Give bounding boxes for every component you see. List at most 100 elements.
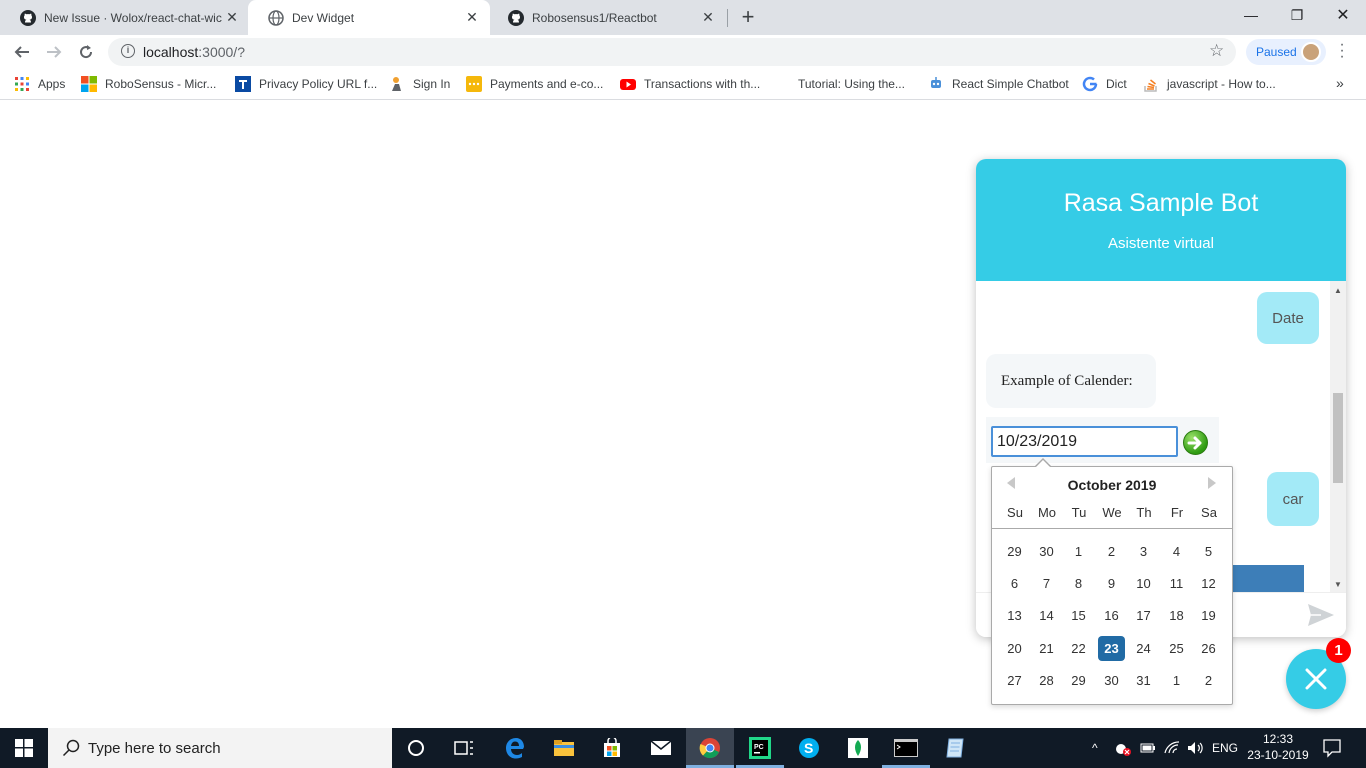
calendar-day[interactable]: 6 [1001, 571, 1028, 596]
mongodb-button[interactable] [834, 728, 882, 768]
calendar-day[interactable]: 30 [1098, 668, 1125, 693]
store-button[interactable] [588, 728, 636, 768]
calendar-day[interactable]: 30 [1033, 539, 1060, 564]
restore-button[interactable]: ❐ [1274, 0, 1320, 30]
bookmark-sign-in[interactable]: Sign In [389, 74, 450, 94]
battery-icon[interactable] [1140, 741, 1156, 758]
calendar-day[interactable]: 27 [1001, 668, 1028, 693]
close-icon[interactable]: ✕ [700, 9, 716, 26]
bookmark-privacy-policy[interactable]: Privacy Policy URL f... [235, 74, 377, 94]
calendar-day[interactable]: 14 [1033, 603, 1060, 628]
tab-dev-widget[interactable]: Dev Widget ✕ [248, 0, 490, 35]
tray-overflow-icon[interactable]: ^ [1092, 741, 1098, 755]
calendar-day[interactable]: 10 [1130, 571, 1157, 596]
bookmark-payments[interactable]: Payments and e-co... [466, 74, 603, 94]
selected-day[interactable]: 23 [1098, 636, 1125, 661]
language-indicator[interactable]: ENG [1212, 741, 1238, 755]
date-input[interactable]: 10/23/2019 [991, 426, 1178, 457]
submit-date-button[interactable] [1183, 430, 1208, 455]
tab-separator [727, 9, 728, 27]
cortana-button[interactable] [392, 728, 440, 768]
edge-button[interactable] [491, 728, 539, 768]
chrome-button[interactable] [686, 728, 734, 768]
wifi-icon[interactable] [1164, 741, 1180, 758]
bot-message-calendar: Example of Calender: [986, 354, 1156, 408]
avatar[interactable] [1301, 42, 1321, 62]
close-icon[interactable]: ✕ [464, 9, 480, 26]
reload-button[interactable] [74, 40, 98, 64]
calendar-day[interactable]: 28 [1033, 668, 1060, 693]
bookmark-react-simple-chatbot[interactable]: React Simple Chatbot [928, 74, 1069, 94]
calendar-day[interactable]: 4 [1163, 539, 1190, 564]
volume-icon[interactable] [1187, 741, 1205, 758]
scroll-down-icon[interactable]: ▼ [1334, 580, 1342, 589]
bookmark-label: React Simple Chatbot [952, 77, 1069, 91]
calendar-day[interactable]: 22 [1065, 636, 1092, 661]
tab-new-issue[interactable]: New Issue · Wolox/react-chat-wic ✕ [0, 0, 250, 35]
info-icon[interactable]: i [121, 44, 135, 58]
calendar-day[interactable]: 17 [1130, 603, 1157, 628]
terminal-button[interactable] [882, 728, 930, 768]
calendar-day[interactable]: 8 [1065, 571, 1092, 596]
calendar-day[interactable]: 9 [1098, 571, 1125, 596]
microsoft-icon [81, 76, 97, 92]
skype-button[interactable]: S [785, 728, 833, 768]
start-button[interactable] [0, 728, 48, 768]
mail-button[interactable] [637, 728, 685, 768]
calendar-day[interactable]: 19 [1195, 603, 1222, 628]
bookmark-dict[interactable]: Dict [1082, 74, 1127, 94]
bookmark-tutorial[interactable]: Tutorial: Using the... [774, 74, 905, 94]
calendar-day[interactable]: 20 [1001, 636, 1028, 661]
address-bar[interactable] [108, 38, 1236, 66]
notes-button[interactable] [931, 728, 979, 768]
scrollbar-thumb[interactable] [1333, 393, 1343, 483]
task-view-button[interactable] [440, 728, 488, 768]
system-clock[interactable]: 12:33 23-10-2019 [1236, 731, 1320, 763]
bookmark-transactions[interactable]: Transactions with th... [620, 74, 760, 94]
calendar-day[interactable]: 29 [1001, 539, 1028, 564]
taskbar-search[interactable]: Type here to search [48, 728, 392, 768]
minimize-button[interactable]: — [1228, 0, 1274, 30]
calendar-day[interactable]: 3 [1130, 539, 1157, 564]
calendar-day[interactable]: 1 [1163, 668, 1190, 693]
close-window-button[interactable]: ✕ [1320, 0, 1366, 30]
calendar-day[interactable]: 21 [1033, 636, 1060, 661]
bookmark-apps[interactable]: Apps [14, 74, 65, 94]
calendar-day[interactable]: 7 [1033, 571, 1060, 596]
calendar-day[interactable]: 11 [1163, 571, 1190, 596]
more-menu-icon[interactable]: · · · [1337, 37, 1347, 65]
calendar-day[interactable]: 5 [1195, 539, 1222, 564]
bookmark-star-icon[interactable]: ☆ [1209, 41, 1224, 61]
calendar-day[interactable]: 13 [1001, 603, 1028, 628]
network-error-icon-glyph [1116, 744, 1131, 756]
calendar-day[interactable]: 2 [1098, 539, 1125, 564]
calendar-day[interactable]: 18 [1163, 603, 1190, 628]
calendar-day[interactable]: 1 [1065, 539, 1092, 564]
send-icon[interactable] [1307, 603, 1335, 627]
calendar-day[interactable]: 24 [1130, 636, 1157, 661]
calendar-day[interactable]: 15 [1065, 603, 1092, 628]
close-icon[interactable]: ✕ [224, 9, 240, 26]
bookmark-javascript-how-to[interactable]: javascript - How to... [1143, 74, 1276, 94]
tab-reactbot[interactable]: Robosensus1/Reactbot ✕ [488, 0, 726, 35]
file-explorer-button[interactable] [540, 728, 588, 768]
network-error-icon[interactable] [1114, 741, 1132, 760]
new-tab-button[interactable]: + [737, 4, 759, 30]
url-text[interactable]: localhost:3000/? [143, 44, 245, 60]
arrow-right-icon [1187, 436, 1202, 450]
forward-button[interactable] [42, 40, 66, 64]
bookmark-robosensus[interactable]: RoboSensus - Micr... [81, 74, 216, 94]
calendar-day[interactable]: 2 [1195, 668, 1222, 693]
calendar-day[interactable]: 16 [1098, 603, 1125, 628]
scroll-up-icon[interactable]: ▲ [1334, 286, 1342, 295]
calendar-day[interactable]: 31 [1130, 668, 1157, 693]
calendar-day[interactable]: 26 [1195, 636, 1222, 661]
pycharm-button[interactable]: PC [736, 728, 784, 768]
volume-glyph [1188, 742, 1203, 754]
back-button[interactable] [10, 40, 34, 64]
calendar-day[interactable]: 25 [1163, 636, 1190, 661]
calendar-day[interactable]: 12 [1195, 571, 1222, 596]
bookmarks-overflow-button[interactable]: » [1336, 75, 1344, 91]
calendar-day[interactable]: 29 [1065, 668, 1092, 693]
action-center-button[interactable] [1322, 738, 1342, 761]
